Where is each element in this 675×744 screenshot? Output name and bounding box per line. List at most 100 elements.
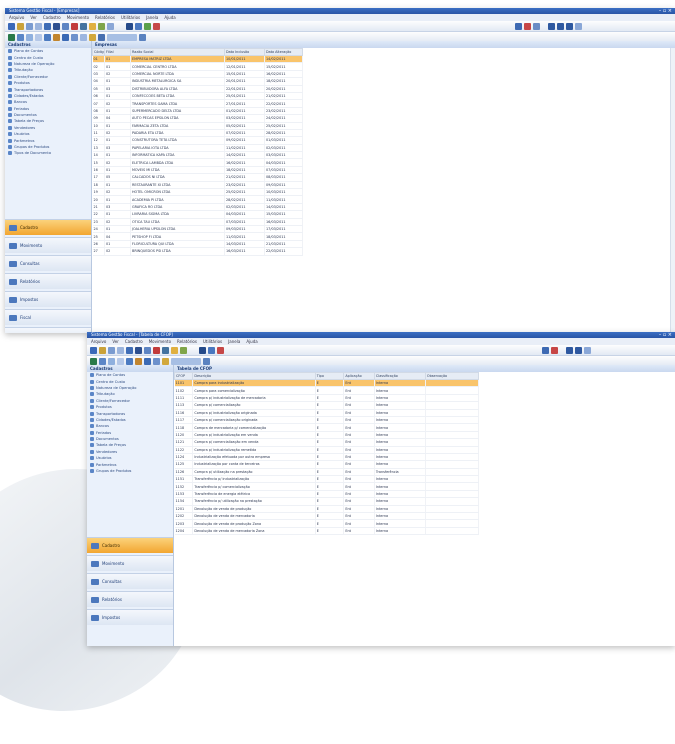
- table-row[interactable]: 1125 Industrialização por conta de tercei…: [174, 460, 480, 469]
- menu-item[interactable]: Ajuda: [164, 14, 175, 21]
- table-row[interactable]: 12 01 CONSTRUTORA TETA LTDA 09/02/2011 01/03…: [92, 136, 303, 145]
- sort-icon[interactable]: [80, 33, 87, 41]
- table-row[interactable]: 1102 Compra para comercialização E Ent Inter…: [174, 386, 480, 395]
- menu-item[interactable]: Cadastro: [43, 14, 61, 21]
- column-header[interactable]: Razão Social: [130, 48, 225, 56]
- table-row[interactable]: 1203 Devolução de venda de produção Zona E…: [174, 519, 480, 528]
- table-row[interactable]: 07 02 TRANSPORTES GAMA LTDA 27/01/2011 22/02…: [92, 99, 303, 108]
- edit-icon[interactable]: [17, 33, 24, 41]
- table-row[interactable]: 14 01 INFORMATICA KAPA LTDA 14/02/2011 03/03…: [92, 151, 303, 160]
- sidebar-section[interactable]: Fiscal: [5, 309, 91, 325]
- sidebar-item[interactable]: Grupos de Produtos: [87, 468, 173, 474]
- table-row[interactable]: 21 03 GRAFICA RO LTDA 02/03/2011 14/03/2011: [92, 203, 303, 212]
- column-header[interactable]: Data Inclusão: [224, 48, 265, 56]
- table-row[interactable]: 1126 Compra p/ utilização na prestação E En…: [174, 468, 480, 477]
- monitor-icon[interactable]: [199, 346, 206, 354]
- menu-item[interactable]: Arquivo: [91, 338, 106, 345]
- import-icon[interactable]: [71, 33, 78, 41]
- window-controls-icon[interactable]: – ▫ ×: [659, 8, 672, 14]
- lock-icon[interactable]: [89, 33, 96, 41]
- help-icon[interactable]: [575, 23, 582, 30]
- stop-icon[interactable]: [524, 23, 531, 30]
- alert-icon[interactable]: [153, 346, 160, 354]
- table-row[interactable]: 11 02 PADARIA ETA LTDA 07/02/2011 28/02/2011: [92, 129, 303, 138]
- sidebar-section[interactable]: Cadastro: [87, 537, 173, 553]
- export-icon[interactable]: [62, 33, 69, 41]
- search-icon[interactable]: [26, 22, 33, 30]
- table-row[interactable]: 19 02 HOTEL OMICRON LTDA 25/02/2011 10/03/20…: [92, 188, 303, 197]
- menu-item[interactable]: Ver: [30, 14, 37, 21]
- key-icon[interactable]: [135, 357, 142, 365]
- save-icon[interactable]: [98, 33, 105, 41]
- star-icon[interactable]: [89, 22, 96, 30]
- table-row[interactable]: 05 03 DISTRIBUIDORA ALFA LTDA 22/01/2011 20/…: [92, 85, 303, 93]
- table-row[interactable]: 1204 Devolução de venda de mercadoria Zon…: [174, 527, 480, 536]
- sidebar-section[interactable]: Movimento: [5, 237, 91, 253]
- list-icon[interactable]: [575, 347, 582, 354]
- menu-item[interactable]: Janela: [228, 338, 240, 345]
- sidebar-item[interactable]: Tipos de Documento: [5, 150, 91, 156]
- table-row[interactable]: 01 01 EMPRESA MATRIZ LTDA 10/01/2011 14/02/2…: [92, 55, 303, 64]
- window-empresas[interactable]: Sistema Gestão Fiscal - [Empresas] – ▫ ×…: [5, 8, 675, 333]
- table-row[interactable]: 1116 Compra p/ industrialização originada…: [174, 409, 480, 417]
- copy-icon[interactable]: [35, 33, 42, 41]
- arrow-icon[interactable]: [533, 23, 540, 30]
- grid-icon[interactable]: [548, 23, 555, 30]
- import-icon[interactable]: [153, 357, 160, 365]
- sidebar-section[interactable]: Contabilidade: [5, 327, 91, 333]
- table-row[interactable]: 1111 Compra p/ industrialização de mercad…: [174, 394, 480, 403]
- table-row[interactable]: 22 01 LIVRARIA SIGMA LTDA 04/03/2011 15/03/2…: [92, 210, 303, 219]
- menu-item[interactable]: Janela: [146, 14, 158, 21]
- table-row[interactable]: 06 01 CONFECCOES BETA LTDA 25/01/2011 21/02/…: [92, 92, 303, 101]
- lock-icon[interactable]: [162, 357, 169, 365]
- column-header[interactable]: Descrição: [192, 372, 316, 380]
- menu-item[interactable]: Arquivo: [9, 14, 24, 21]
- close-doc-icon[interactable]: [153, 22, 160, 30]
- table-row[interactable]: 1118 Compra de mercadoria p/ comercializa…: [174, 423, 480, 432]
- star-icon[interactable]: [171, 346, 178, 354]
- column-header[interactable]: Filial: [104, 48, 131, 56]
- table-row[interactable]: 26 01 FLORICULTURA QUI LTDA 14/03/2011 21/03…: [92, 240, 303, 249]
- calendar-icon[interactable]: [62, 22, 69, 30]
- table-row[interactable]: 02 01 COMERCIAL CENTRO LTDA 12/01/2011 15/02…: [92, 62, 303, 71]
- folder-icon[interactable]: [99, 346, 106, 354]
- table-row[interactable]: 1152 Transferência p/ comercialização E Ent…: [174, 482, 480, 491]
- sidebar-section[interactable]: Relatórios: [5, 273, 91, 289]
- table-row[interactable]: 1101 Compra para industrialização E Ent Inte…: [174, 379, 480, 388]
- table-row[interactable]: 24 01 JOALHERIA UPSILON LTDA 09/03/2011 17/0…: [92, 225, 303, 234]
- menu-item[interactable]: Utilitários: [203, 338, 222, 345]
- column-header[interactable]: Data Alteração: [264, 48, 303, 56]
- print-icon[interactable]: [117, 346, 124, 354]
- sidebar-section[interactable]: Impostos: [5, 291, 91, 307]
- table-row[interactable]: 15 02 ELETRICA LAMBDA LTDA 16/02/2011 04/03/…: [92, 158, 303, 167]
- table-row[interactable]: 16 01 MOVEIS MI LTDA 18/02/2011 07/03/2011: [92, 166, 303, 175]
- print-icon[interactable]: [35, 22, 42, 30]
- table-row[interactable]: 27 02 BRINQUEDOS PSI LTDA 16/03/2011 22/03/2…: [92, 247, 303, 256]
- column-header[interactable]: Observação: [424, 372, 480, 380]
- filter-icon[interactable]: [126, 357, 133, 365]
- sidebar-section[interactable]: Impostos: [87, 609, 173, 625]
- document-icon[interactable]: [44, 22, 51, 30]
- column-header[interactable]: Classificação: [373, 372, 426, 380]
- sidebar-section[interactable]: Movimento: [87, 555, 173, 571]
- menu-item[interactable]: Ajuda: [246, 338, 257, 345]
- table-row[interactable]: 08 01 SUPERMERCADO DELTA LTDA 01/02/2011 23/…: [92, 107, 303, 116]
- users-icon[interactable]: [135, 346, 142, 354]
- table-row[interactable]: 1117 Compra p/ comercialização originada E…: [174, 416, 480, 425]
- chart-icon[interactable]: [162, 346, 169, 354]
- list-icon[interactable]: [557, 23, 564, 30]
- window-list-icon[interactable]: [515, 23, 522, 30]
- table-row[interactable]: 09 04 AUTO PECAS EPSILON LTDA 03/02/2011 24/…: [92, 114, 303, 123]
- table-row[interactable]: 1120 Compra p/ industrialização em venda E…: [174, 431, 480, 440]
- new-icon[interactable]: [90, 357, 97, 365]
- settings-icon[interactable]: [107, 22, 114, 30]
- delete-icon[interactable]: [26, 33, 33, 41]
- copy-icon[interactable]: [117, 357, 124, 365]
- menu-item[interactable]: Relatórios: [177, 338, 197, 345]
- help-icon[interactable]: [584, 347, 591, 354]
- go-icon[interactable]: [139, 33, 146, 41]
- menu-item[interactable]: Relatórios: [95, 14, 115, 21]
- table-row[interactable]: 04 01 INDUSTRIA METALURGICA SA 20/01/2011 18…: [92, 77, 303, 86]
- table-row[interactable]: 03 02 COMERCIAL NORTE LTDA 15/01/2011 16/02/…: [92, 70, 303, 79]
- chart-icon[interactable]: [80, 22, 87, 30]
